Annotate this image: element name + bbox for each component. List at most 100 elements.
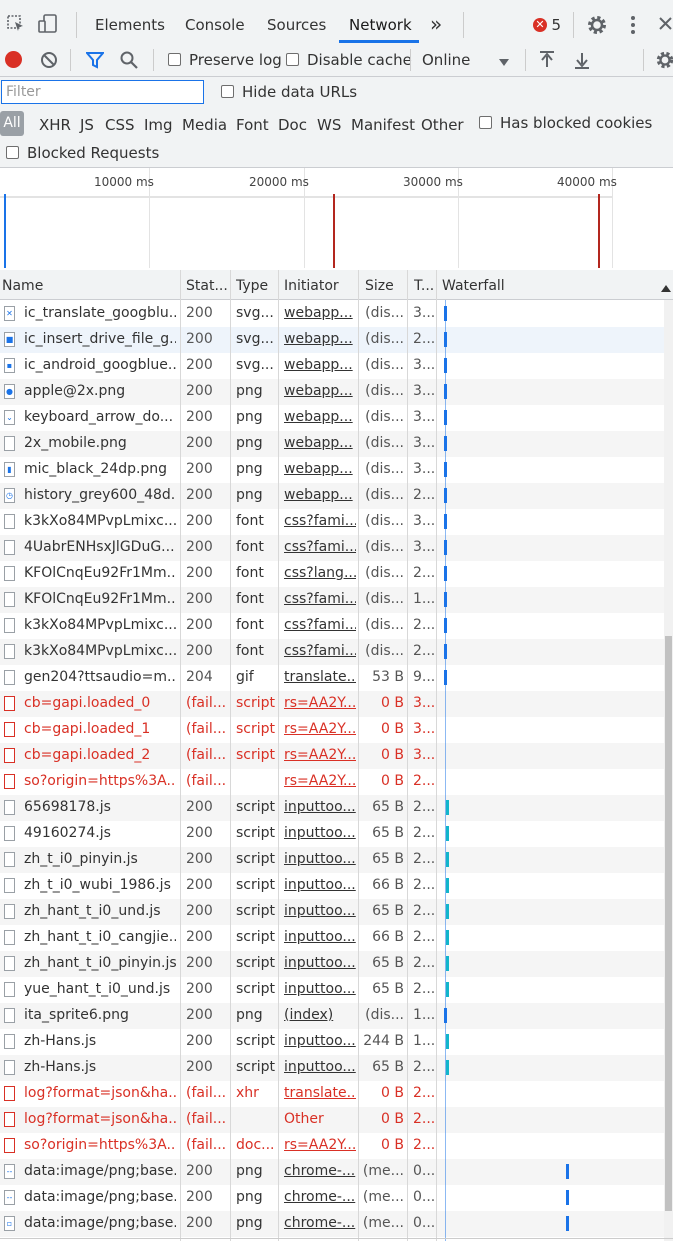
filter-type-img[interactable]: Img [144, 116, 173, 134]
record-button[interactable] [5, 51, 22, 68]
request-row[interactable]: so?origin=https%3A... (fail... rs=AA2Y... 0… [0, 769, 664, 795]
export-har-icon[interactable] [574, 51, 590, 73]
column-header-size[interactable]: Size [365, 278, 394, 294]
request-row[interactable]: so?origin=https%3A... (fail... doc... rs=AA… [0, 1133, 664, 1159]
request-row[interactable]: cb=gapi.loaded_2 (fail... script rs=AA2Y...… [0, 743, 664, 769]
request-row[interactable]: zh_hant_t_i0_pinyin.js 200 script inputtoo.… [0, 951, 664, 977]
network-settings-gear-icon[interactable] [655, 50, 673, 74]
device-toolbar-icon[interactable] [38, 14, 60, 38]
filter-type-js[interactable]: JS [80, 116, 94, 134]
request-row[interactable]: -- data:image/png;base... 200 png chrome-...… [0, 1185, 664, 1211]
request-initiator[interactable]: inputtoo... [284, 877, 356, 893]
throttling-select[interactable]: Online [422, 51, 470, 69]
request-initiator[interactable]: translate... [284, 1085, 356, 1101]
more-tabs-button[interactable]: » [430, 12, 442, 36]
request-row[interactable]: ▪ ic_android_googblue... 200 svg... webapp..… [0, 353, 664, 379]
request-row[interactable]: zh_hant_t_i0_und.js 200 script inputtoo... 6… [0, 899, 664, 925]
request-initiator[interactable]: webapp... [284, 305, 356, 321]
filter-input[interactable] [1, 80, 204, 104]
request-initiator[interactable]: inputtoo... [284, 955, 356, 971]
request-row[interactable]: 65698178.js 200 script inputtoo... 65 B 2... [0, 795, 664, 821]
request-initiator[interactable]: translate... [284, 669, 356, 685]
request-row[interactable]: yue_hant_t_i0_und.js 200 script inputtoo...… [0, 977, 664, 1003]
tab-sources[interactable]: Sources [267, 16, 326, 34]
request-row[interactable]: k3kXo84MPvpLmixc... 200 font css?fami... (di… [0, 639, 664, 665]
has-blocked-cookies-checkbox[interactable] [479, 116, 492, 129]
request-initiator[interactable]: css?fami... [284, 643, 356, 659]
request-initiator[interactable]: inputtoo... [284, 799, 356, 815]
request-initiator[interactable]: inputtoo... [284, 903, 356, 919]
request-row[interactable]: gen204?ttsaudio=m... 204 gif translate... 53… [0, 665, 664, 691]
settings-gear-icon[interactable] [586, 14, 608, 40]
request-row[interactable]: ✕ ic_translate_googblu... 200 svg... webapp.… [0, 301, 664, 327]
request-initiator[interactable]: css?fami... [284, 513, 356, 529]
request-row[interactable]: zh_t_i0_wubi_1986.js 200 script inputtoo...… [0, 873, 664, 899]
request-row[interactable]: cb=gapi.loaded_0 (fail... script rs=AA2Y...… [0, 691, 664, 717]
request-initiator[interactable]: (index) [284, 1007, 356, 1023]
request-row[interactable]: log?format=json&ha... (fail... Other 0 B 2..… [0, 1107, 664, 1133]
request-row[interactable]: zh_t_i0_pinyin.js 200 script inputtoo... 65 … [0, 847, 664, 873]
request-initiator[interactable]: css?fami... [284, 539, 356, 555]
column-header-time[interactable]: T... [414, 278, 434, 294]
request-initiator[interactable]: rs=AA2Y... [284, 1137, 356, 1153]
filter-type-css[interactable]: CSS [105, 116, 135, 134]
filter-type-ws[interactable]: WS [317, 116, 341, 134]
column-header-status[interactable]: Stat... [186, 278, 228, 294]
inspect-element-icon[interactable] [6, 14, 26, 38]
request-initiator[interactable]: inputtoo... [284, 851, 356, 867]
search-icon[interactable] [120, 51, 138, 73]
request-row[interactable]: -- data:image/png;base... 200 png chrome-...… [0, 1159, 664, 1185]
request-initiator[interactable]: webapp... [284, 461, 356, 477]
request-initiator[interactable]: rs=AA2Y... [284, 747, 356, 763]
preserve-log-checkbox[interactable] [168, 53, 181, 66]
request-row[interactable]: 49160274.js 200 script inputtoo... 65 B 2... [0, 821, 664, 847]
disable-cache-checkbox[interactable] [286, 53, 299, 66]
column-header-initiator[interactable]: Initiator [284, 278, 339, 294]
request-row[interactable]: ita_sprite6.png 200 png (index) (dis... 1... [0, 1003, 664, 1029]
tab-console[interactable]: Console [185, 16, 245, 34]
request-initiator[interactable]: inputtoo... [284, 1033, 356, 1049]
request-row[interactable]: ⌄ keyboard_arrow_do... 200 png webapp... (dis… [0, 405, 664, 431]
chevron-down-icon[interactable] [499, 55, 509, 71]
request-row[interactable]: k3kXo84MPvpLmixc... 200 font css?fami... (di… [0, 613, 664, 639]
request-initiator[interactable]: css?fami... [284, 617, 356, 633]
tab-network[interactable]: Network [349, 16, 412, 34]
request-row[interactable]: KFOlCnqEu92Fr1Mm... 200 font css?lang... (di… [0, 561, 664, 587]
filter-funnel-icon[interactable] [84, 51, 106, 73]
hide-data-urls-checkbox[interactable] [221, 85, 234, 98]
filter-type-media[interactable]: Media [182, 116, 227, 134]
network-overview-timeline[interactable]: 10000 ms 20000 ms 30000 ms 40000 ms [0, 168, 673, 271]
request-initiator[interactable]: webapp... [284, 435, 356, 451]
scrollbar-thumb[interactable] [665, 636, 672, 1211]
request-row[interactable]: log?format=json&ha... (fail... xhr translat… [0, 1081, 664, 1107]
filter-type-doc[interactable]: Doc [278, 116, 307, 134]
request-initiator[interactable]: rs=AA2Y... [284, 773, 356, 789]
request-row[interactable]: cb=gapi.loaded_1 (fail... script rs=AA2Y...… [0, 717, 664, 743]
column-header-type[interactable]: Type [236, 278, 268, 294]
request-row[interactable]: ■ ic_insert_drive_file_g... 200 svg... webap… [0, 327, 664, 353]
blocked-requests-checkbox[interactable] [6, 146, 19, 159]
request-initiator[interactable]: inputtoo... [284, 825, 356, 841]
request-row[interactable]: 4UabrENHsxJlGDuG... 200 font css?fami... (di… [0, 535, 664, 561]
request-row[interactable]: k3kXo84MPvpLmixc... 200 font css?fami... (di… [0, 509, 664, 535]
request-initiator[interactable]: inputtoo... [284, 929, 356, 945]
filter-type-font[interactable]: Font [236, 116, 269, 134]
request-initiator[interactable]: chrome-... [284, 1189, 356, 1205]
sort-ascending-icon[interactable] [661, 280, 671, 296]
request-initiator[interactable]: webapp... [284, 331, 356, 347]
request-row[interactable]: ◷ history_grey600_48d... 200 png webapp... (d… [0, 483, 664, 509]
filter-type-manifest[interactable]: Manifest [351, 116, 415, 134]
request-initiator[interactable]: webapp... [284, 487, 356, 503]
request-row[interactable]: zh_hant_t_i0_cangjie... 200 script inputtoo… [0, 925, 664, 951]
request-initiator[interactable]: webapp... [284, 357, 356, 373]
import-har-icon[interactable] [539, 51, 555, 73]
request-initiator[interactable]: webapp... [284, 383, 356, 399]
clear-icon[interactable] [40, 51, 58, 73]
request-initiator[interactable]: css?fami... [284, 591, 356, 607]
request-row[interactable]: zh-Hans.js 200 script inputtoo... 244 B 1... [0, 1029, 664, 1055]
request-row[interactable]: ▫ data:image/png;base... 200 png chrome-... (… [0, 1211, 664, 1237]
request-row[interactable]: 2x_mobile.png 200 png webapp... (dis... 3... [0, 431, 664, 457]
request-row[interactable]: KFOlCnqEu92Fr1Mm... 200 font css?fami... (di… [0, 587, 664, 613]
column-header-waterfall[interactable]: Waterfall [442, 278, 505, 294]
request-initiator[interactable]: webapp... [284, 409, 356, 425]
